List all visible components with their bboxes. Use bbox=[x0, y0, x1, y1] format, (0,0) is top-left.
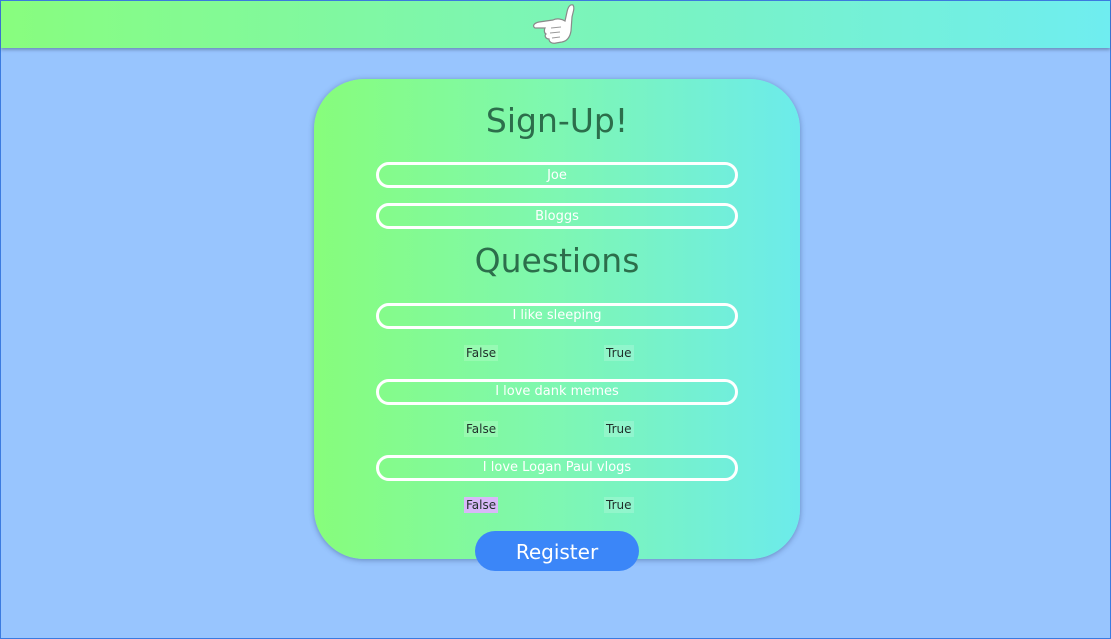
register-button[interactable]: Register bbox=[475, 531, 639, 571]
questions-title: Questions bbox=[474, 241, 640, 280]
question-1-false-option[interactable]: False bbox=[464, 345, 499, 361]
question-1: I like sleeping bbox=[376, 303, 738, 329]
question-2: I love dank memes bbox=[376, 379, 738, 405]
top-bar bbox=[1, 1, 1110, 48]
question-2-true-option[interactable]: True bbox=[604, 421, 634, 437]
hang-loose-hand-icon[interactable] bbox=[529, 3, 577, 47]
question-3-true-option[interactable]: True bbox=[604, 497, 634, 513]
question-3-false-option[interactable]: False bbox=[464, 497, 499, 513]
first-name-field[interactable] bbox=[376, 162, 738, 188]
signup-card: Sign-Up! Questions I like sleeping False… bbox=[314, 79, 800, 559]
signup-title: Sign-Up! bbox=[485, 101, 629, 140]
question-3: I love Logan Paul vlogs bbox=[376, 455, 738, 481]
question-2-false-option[interactable]: False bbox=[464, 421, 499, 437]
last-name-field[interactable] bbox=[376, 203, 738, 229]
question-1-true-option[interactable]: True bbox=[604, 345, 634, 361]
